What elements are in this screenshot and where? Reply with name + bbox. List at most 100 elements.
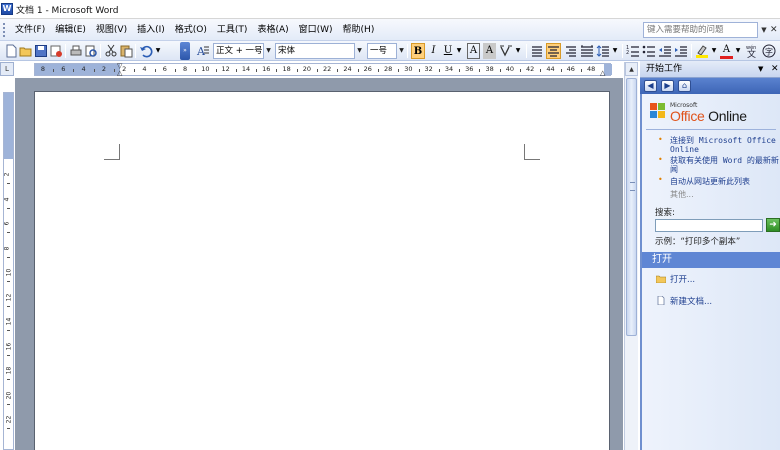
undo-dropdown-icon[interactable]: ▼ [154, 43, 162, 59]
open-folder-icon[interactable] [19, 44, 33, 58]
title-bar: W 文档 1 - Microsoft Word [0, 0, 780, 19]
horizontal-ruler[interactable]: 8 6 4 2 2 4 6 8 10 12 14 16 18 20 22 24 26 28 30 32 34 36 38 40… [34, 62, 612, 77]
print-icon[interactable] [69, 44, 83, 58]
help-search-input[interactable]: 键入需要帮助的问题 [643, 22, 758, 38]
style-dropdown-icon[interactable]: ▼ [264, 43, 273, 59]
ruler-tick [296, 69, 298, 72]
bullets-icon[interactable] [642, 44, 656, 58]
permission-icon[interactable] [49, 44, 63, 58]
font-combo[interactable]: 宋体 [275, 43, 355, 59]
menu-edit[interactable]: 编辑(E) [50, 19, 91, 41]
menu-view[interactable]: 视图(V) [91, 19, 132, 41]
link-latest-news[interactable]: 获取有关使用 Word 的最新新 [670, 156, 779, 165]
ruler-tick [398, 69, 400, 72]
ruler-tick [540, 69, 542, 72]
undo-icon[interactable] [139, 44, 153, 58]
styles-formatting-icon[interactable]: A [196, 44, 210, 58]
home-icon[interactable]: ⌂ [678, 80, 691, 92]
ruler-tick [235, 69, 237, 72]
toolbar-options-icon[interactable]: » [180, 42, 190, 60]
menu-bar-grip-icon[interactable] [3, 22, 7, 37]
line-spacing-dropdown-icon[interactable]: ▼ [611, 43, 619, 59]
ruler-tick [7, 330, 10, 332]
ruler-tick [7, 428, 10, 430]
print-preview-icon[interactable] [84, 44, 98, 58]
new-document-action[interactable]: 新建文档... [656, 295, 712, 307]
highlight-dropdown-icon[interactable]: ▼ [710, 43, 718, 59]
link-latest-news-2[interactable]: 闻 [670, 165, 678, 174]
menu-window[interactable]: 窗口(W) [294, 19, 338, 41]
scroll-thumb[interactable] [626, 78, 637, 336]
link-connect-online[interactable]: 连接到 Microsoft Office [670, 136, 776, 145]
underline-dropdown-icon[interactable]: ▼ [455, 43, 463, 59]
menu-help[interactable]: 帮助(H) [338, 19, 380, 41]
highlight-icon[interactable] [695, 44, 709, 58]
office-online-logo[interactable]: Microsoft Office Online [650, 100, 778, 126]
decrease-indent-icon[interactable] [658, 44, 672, 58]
help-dropdown-icon[interactable]: ▼ [759, 22, 769, 38]
ruler-number: 12 [5, 293, 13, 301]
paste-icon[interactable] [119, 44, 133, 58]
menu-insert[interactable]: 插入(I) [132, 19, 170, 41]
link-connect-online-2[interactable]: Online [670, 145, 699, 154]
phonetic-guide-icon[interactable]: wén文 [745, 44, 759, 58]
line-spacing-icon[interactable] [596, 44, 610, 58]
scaling-dropdown-icon[interactable]: ▼ [514, 43, 522, 59]
svg-text:字: 字 [765, 47, 773, 57]
font-color-button[interactable]: A [720, 43, 733, 59]
ruler-number: 48 [586, 65, 596, 73]
increase-indent-icon[interactable] [674, 44, 688, 58]
cut-icon[interactable] [104, 44, 118, 58]
ruler-tick [276, 69, 278, 72]
ruler-number: 6 [3, 221, 11, 226]
character-scaling-icon[interactable] [499, 44, 513, 58]
toolbar-separator [407, 44, 408, 58]
task-pane-header: 开始工作 ▼ ✕ [640, 61, 780, 78]
menu-format[interactable]: 格式(O) [170, 19, 212, 41]
document-close-icon[interactable]: ✕ [770, 22, 780, 38]
font-dropdown-icon[interactable]: ▼ [355, 43, 364, 59]
search-input[interactable] [655, 219, 763, 232]
right-indent-icon[interactable]: △ [600, 69, 605, 77]
font-size-combo[interactable]: 一号 [367, 43, 397, 59]
align-center-button[interactable] [546, 43, 561, 59]
new-document-icon[interactable] [4, 44, 18, 58]
distributed-icon[interactable] [580, 44, 594, 58]
align-right-icon[interactable] [564, 44, 578, 58]
tab-selector-icon[interactable]: L [0, 62, 14, 76]
character-shading-button[interactable]: A [483, 43, 496, 59]
open-action[interactable]: 打开... [656, 273, 695, 285]
hanging-indent-icon[interactable]: △ [117, 69, 122, 77]
underline-button[interactable]: U [442, 43, 454, 59]
task-pane-menu-icon[interactable]: ▼ [758, 61, 763, 78]
ruler-number: 10 [5, 268, 13, 277]
task-pane-title: 开始工作 [646, 64, 683, 74]
bold-button[interactable]: B [411, 43, 425, 59]
character-border-button[interactable]: A [467, 43, 480, 59]
numbering-icon[interactable]: 12 [626, 44, 640, 58]
word-app-icon[interactable]: W [1, 3, 13, 15]
task-pane-close-icon[interactable]: ✕ [771, 61, 779, 78]
search-go-icon[interactable]: ➜ [766, 218, 780, 232]
more-link[interactable]: 其他... [670, 189, 694, 200]
office-logo-text: Office Online [670, 108, 747, 124]
back-icon[interactable]: ◀ [644, 80, 657, 92]
vertical-scrollbar[interactable]: ▲ [624, 62, 638, 450]
scroll-up-icon[interactable]: ▲ [625, 62, 638, 76]
save-icon[interactable] [34, 44, 48, 58]
enclose-characters-icon[interactable]: 字 [762, 44, 776, 58]
document-page[interactable] [34, 91, 610, 450]
forward-icon[interactable]: ▶ [661, 80, 674, 92]
italic-button[interactable]: I [427, 43, 440, 59]
vertical-ruler[interactable]: 2 4 6 8 10 12 14 16 18 20 22 [3, 92, 14, 450]
link-auto-update[interactable]: 自动从网站更新此列表 [670, 176, 750, 187]
font-color-dropdown-icon[interactable]: ▼ [734, 43, 742, 59]
menu-file[interactable]: 文件(F) [10, 19, 50, 41]
ruler-tick [479, 69, 481, 72]
style-combo[interactable]: 正文 + 一号 [213, 43, 264, 59]
menu-table[interactable]: 表格(A) [252, 19, 293, 41]
justify-icon[interactable] [530, 44, 544, 58]
menu-tools[interactable]: 工具(T) [212, 19, 253, 41]
font-size-dropdown-icon[interactable]: ▼ [397, 43, 406, 59]
ruler-number: 18 [5, 366, 13, 375]
